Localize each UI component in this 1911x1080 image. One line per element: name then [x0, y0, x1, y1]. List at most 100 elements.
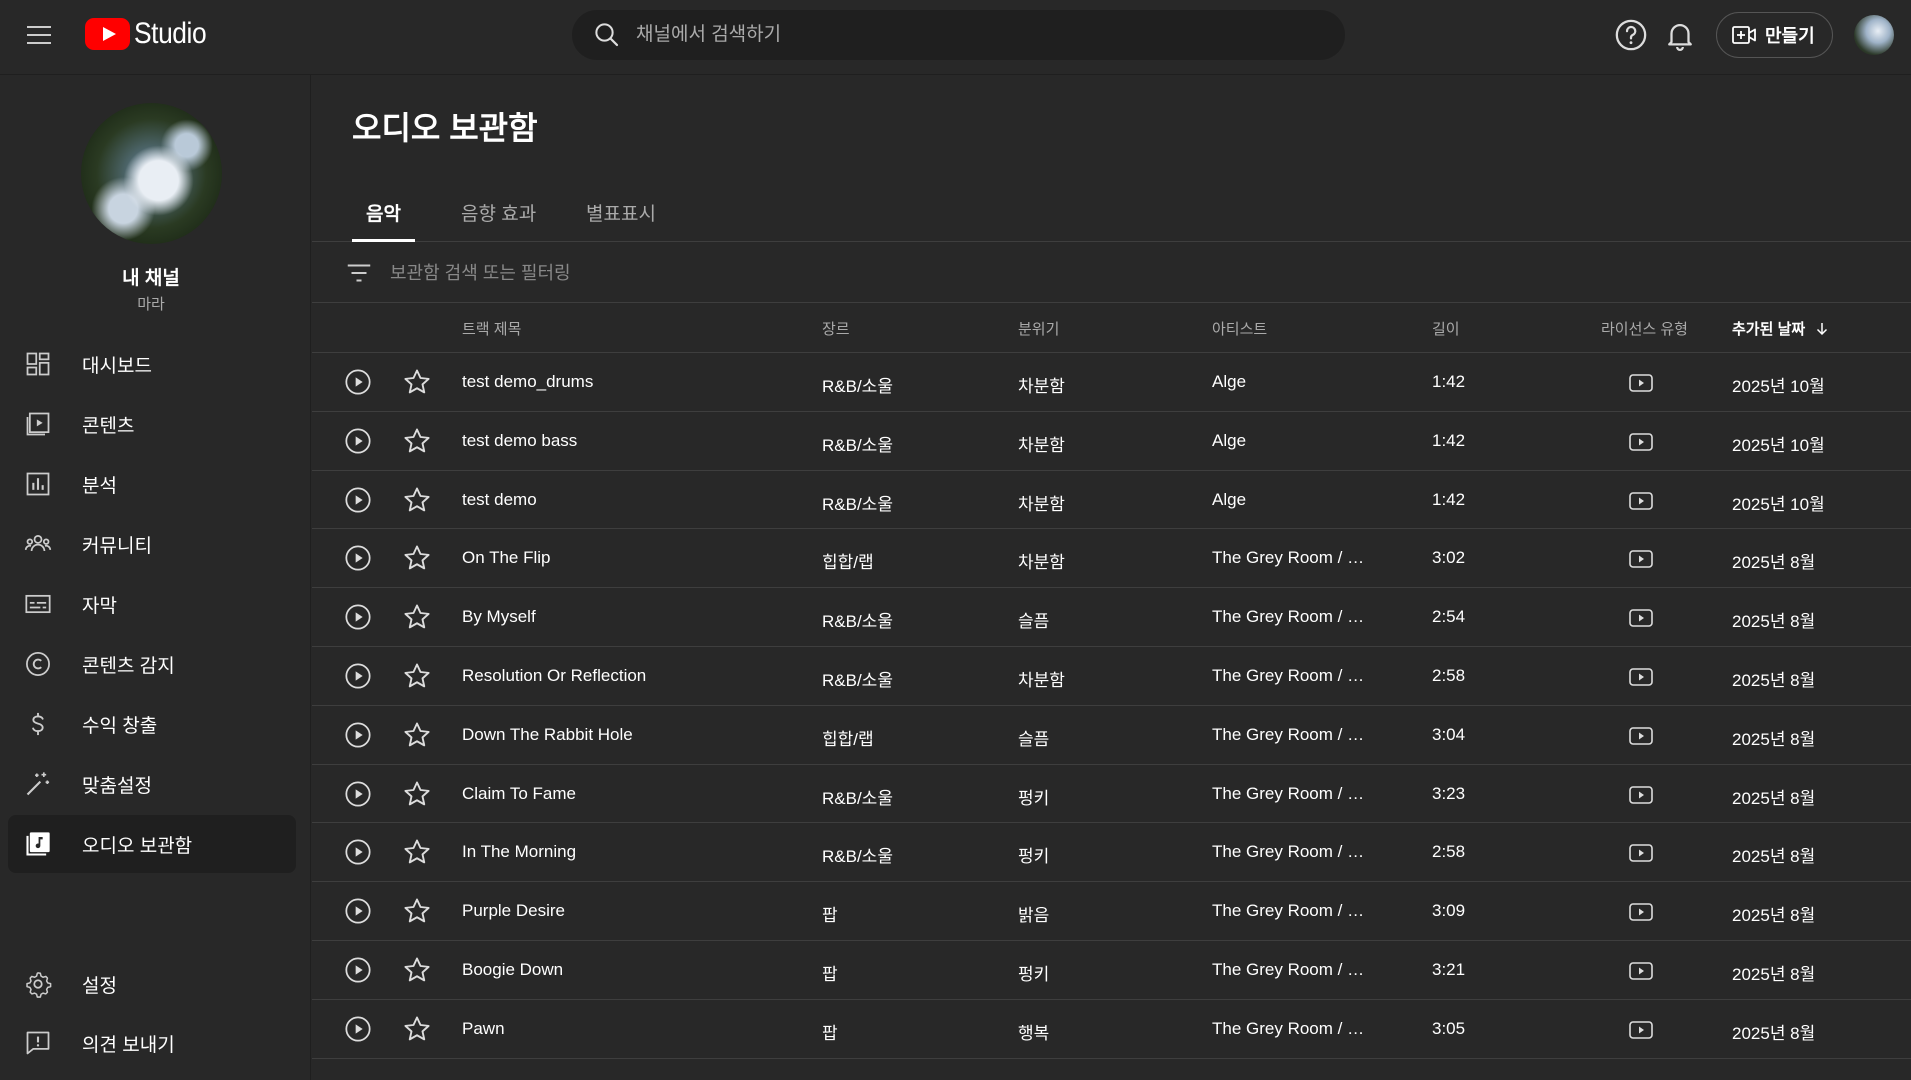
sidebar-item-label: 커뮤니티: [82, 535, 152, 557]
youtube-license-icon[interactable]: [1626, 958, 1656, 984]
youtube-license-icon[interactable]: [1626, 840, 1656, 866]
help-icon[interactable]: [1614, 18, 1648, 52]
sidebar-item-analytics[interactable]: 분석: [8, 455, 296, 513]
sidebar-item-dashboard[interactable]: 대시보드: [8, 335, 296, 393]
star-icon[interactable]: [402, 1014, 432, 1044]
track-length: 3:02: [1432, 548, 1466, 568]
table-row[interactable]: In The Morning R&B/소울 펑키 The Grey Room / Cl…: [312, 823, 1911, 883]
table-row[interactable]: test demo bass R&B/소울 차분함 Alge 1:42 2025년 10월: [312, 412, 1911, 471]
play-icon[interactable]: [344, 780, 372, 808]
youtube-license-icon[interactable]: [1626, 723, 1656, 749]
column-header-mood[interactable]: 분위기: [1018, 318, 1059, 339]
play-icon[interactable]: [344, 897, 372, 925]
column-header-added-date[interactable]: 추가된 날짜: [1732, 318, 1829, 339]
sidebar-item-subtitles[interactable]: 자막: [8, 575, 296, 633]
feedback-icon: [26, 1031, 50, 1055]
track-artist: The Grey Room / D...: [1212, 548, 1372, 568]
star-icon[interactable]: [402, 602, 432, 632]
star-icon[interactable]: [402, 426, 432, 456]
menu-icon[interactable]: [22, 20, 56, 50]
channel-name: 내 채널: [122, 268, 180, 289]
sidebar-item-feedback[interactable]: 의견 보내기: [8, 1014, 296, 1072]
tab-music[interactable]: 음악: [352, 199, 415, 242]
sidebar-item-audio-library[interactable]: 오디오 보관함: [8, 815, 296, 873]
star-icon[interactable]: [402, 837, 432, 867]
star-icon[interactable]: [402, 367, 432, 397]
filter-icon[interactable]: [344, 258, 374, 288]
youtube-license-icon[interactable]: [1626, 782, 1656, 808]
create-button[interactable]: 만들기: [1716, 12, 1833, 58]
star-icon[interactable]: [402, 485, 432, 515]
table-row[interactable]: Resolution Or Reflection R&B/소울 차분함 The Gre…: [312, 647, 1911, 706]
sidebar-item-copyright[interactable]: 콘텐츠 감지: [8, 635, 296, 693]
track-genre: R&B/소울: [822, 377, 893, 396]
account-avatar[interactable]: [1854, 15, 1894, 55]
track-mood: 펑키: [1018, 788, 1050, 808]
sidebar-item-community[interactable]: 커뮤니티: [8, 515, 296, 573]
play-icon[interactable]: [344, 486, 372, 514]
table-row[interactable]: Pawn 팝 행복 The Grey Room / G... 3:05 2025년 8월: [312, 1000, 1911, 1059]
table-row[interactable]: Claim To Fame R&B/소울 펑키 The Grey Room / Cl.…: [312, 765, 1911, 824]
column-header-genre[interactable]: 장르: [822, 318, 850, 339]
table-row[interactable]: Down The Rabbit Hole 힙합/랩 슬픔 The Grey Room …: [312, 706, 1911, 765]
column-header-artist[interactable]: 아티스트: [1212, 318, 1267, 339]
column-header-length[interactable]: 길이: [1432, 318, 1460, 339]
analytics-icon: [26, 472, 50, 496]
star-icon[interactable]: [402, 779, 432, 809]
play-icon[interactable]: [344, 603, 372, 631]
search-input[interactable]: [636, 24, 1296, 46]
table-row[interactable]: test demo_drums R&B/소울 차분함 Alge 1:42 2025년 10…: [312, 353, 1911, 412]
track-mood: 펑키: [1018, 847, 1050, 867]
play-icon[interactable]: [344, 368, 372, 396]
play-icon[interactable]: [344, 427, 372, 455]
track-length: 1:42: [1432, 372, 1466, 391]
sidebar-item-settings[interactable]: 설정: [8, 955, 296, 1013]
youtube-license-icon[interactable]: [1626, 899, 1656, 925]
youtube-license-icon[interactable]: [1626, 370, 1656, 396]
table-row[interactable]: Boogie Down 팝 펑키 The Grey Room / G... 3:21 20…: [312, 941, 1911, 1000]
track-length: 2:54: [1432, 607, 1466, 627]
track-mood: 차분함: [1018, 435, 1065, 455]
star-icon[interactable]: [402, 720, 432, 750]
column-header-license[interactable]: 라이선스 유형: [1601, 318, 1688, 339]
play-icon[interactable]: [344, 721, 372, 749]
studio-logo[interactable]: Studio: [85, 16, 216, 52]
play-icon[interactable]: [344, 838, 372, 866]
track-table: 트랙 제목 장르 분위기 아티스트 길이 라이선스 유형 추가된 날짜 test…: [312, 303, 1911, 1059]
search-icon[interactable]: [592, 20, 622, 50]
sidebar-item-customization[interactable]: 맞춤설정: [8, 755, 296, 813]
tab-starred[interactable]: 별표표시: [586, 199, 656, 242]
track-genre: R&B/소울: [822, 494, 893, 514]
sidebar-item-content[interactable]: 콘텐츠: [8, 395, 296, 453]
sidebar-item-label: 맞춤설정: [82, 775, 152, 797]
star-icon[interactable]: [402, 661, 432, 691]
table-row[interactable]: Purple Desire 팝 밝음 The Grey Room / Cl... 3:0…: [312, 882, 1911, 941]
copyright-icon: [26, 652, 50, 676]
sidebar-item-monetization[interactable]: 수익 창출: [8, 695, 296, 753]
column-header-title[interactable]: 트랙 제목: [462, 318, 521, 339]
youtube-license-icon[interactable]: [1626, 664, 1656, 690]
table-row[interactable]: By Myself R&B/소울 슬픔 The Grey Room / Cl... 2:…: [312, 588, 1911, 647]
play-icon[interactable]: [344, 544, 372, 572]
youtube-license-icon[interactable]: [1626, 605, 1656, 631]
channel-avatar[interactable]: [81, 103, 222, 244]
track-length: 3:23: [1432, 783, 1466, 803]
star-icon[interactable]: [402, 896, 432, 926]
bell-icon[interactable]: [1663, 18, 1697, 52]
youtube-license-icon[interactable]: [1626, 546, 1656, 572]
star-icon[interactable]: [402, 543, 432, 573]
track-artist: The Grey Room / Cl...: [1212, 842, 1372, 862]
youtube-license-icon[interactable]: [1626, 488, 1656, 514]
tab-sound-effects[interactable]: 음향 효과: [461, 199, 536, 242]
track-length: 3:04: [1432, 724, 1466, 744]
track-title: Resolution Or Reflection: [462, 665, 647, 685]
youtube-license-icon[interactable]: [1626, 429, 1656, 455]
library-filter-input[interactable]: [390, 257, 1290, 289]
play-icon[interactable]: [344, 662, 372, 690]
play-icon[interactable]: [344, 956, 372, 984]
table-row[interactable]: test demo R&B/소울 차분함 Alge 1:42 2025년 10월: [312, 471, 1911, 530]
star-icon[interactable]: [402, 955, 432, 985]
table-row[interactable]: On The Flip 힙합/랩 차분함 The Grey Room / D... 3:…: [312, 529, 1911, 589]
play-icon[interactable]: [344, 1015, 372, 1043]
youtube-license-icon[interactable]: [1626, 1017, 1656, 1043]
